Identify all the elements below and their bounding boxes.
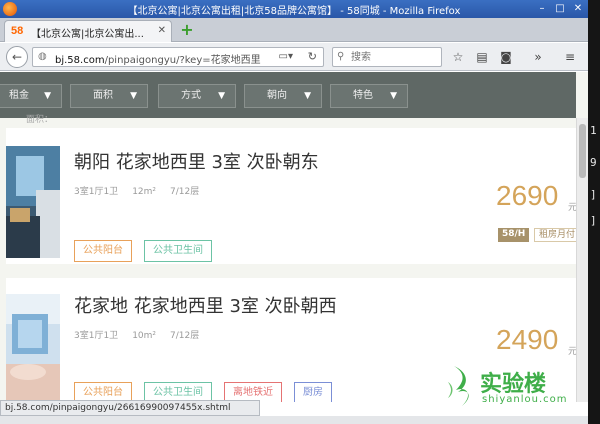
search-input[interactable] bbox=[351, 50, 437, 64]
close-tab-icon[interactable]: ✕ bbox=[158, 25, 166, 36]
listing-price: 2490 bbox=[496, 324, 559, 355]
tag-kitchen: 厨房 bbox=[294, 382, 332, 402]
new-tab-icon[interactable]: + bbox=[180, 22, 194, 38]
shiyanlou-watermark: 实验楼 shiyanlou.com bbox=[444, 364, 584, 412]
listing-area: 12m² bbox=[132, 187, 157, 197]
maximize-button[interactable]: □ bbox=[554, 3, 566, 15]
listing-layout: 3室1厅1卫 bbox=[74, 187, 119, 197]
title-bar[interactable]: 【北京公寓|北京公寓出租|北京58品牌公寓馆】 - 58同城 - Mozilla… bbox=[0, 0, 588, 18]
hamburger-menu-icon[interactable]: ≡ bbox=[562, 50, 578, 64]
monthly-pay-badge: 租房月付 bbox=[534, 228, 581, 242]
filter-label: 特色 bbox=[353, 90, 373, 101]
vertical-scrollbar[interactable] bbox=[576, 118, 588, 402]
listing-card[interactable]: 朝阳 花家地西里 3室 次卧朝东 3室1厅1卫 12m² 7/12层 2690 元 … bbox=[6, 128, 581, 264]
filter-rent[interactable]: 租金 ▼ bbox=[0, 84, 62, 108]
tag-public-bathroom: 公共卫生间 bbox=[144, 240, 212, 262]
url-domain: bj.58.com bbox=[55, 55, 105, 66]
watermark-domain: shiyanlou.com bbox=[482, 394, 568, 405]
filter-orientation[interactable]: 朝向 ▼ bbox=[244, 84, 322, 108]
filter-area[interactable]: 面积 ▼ bbox=[70, 84, 148, 108]
scrollbar-thumb[interactable] bbox=[579, 124, 586, 178]
listing-meta: 3室1厅1卫 12m² 7/12层 bbox=[74, 184, 213, 197]
tag-public-bathroom: 公共卫生间 bbox=[144, 382, 212, 402]
url-text[interactable]: bj.58.com/pinpaigongyu/?key=花家地西里 bbox=[55, 51, 261, 66]
filter-bar: 租金 ▼ 面积 ▼ 方式 ▼ 朝向 ▼ 特色 ▼ bbox=[0, 72, 576, 118]
close-window-button[interactable]: ✕ bbox=[572, 3, 584, 15]
listing-title[interactable]: 花家地 花家地西里 3室 次卧朝西 bbox=[74, 292, 337, 318]
listing-layout: 3室1厅1卫 bbox=[74, 331, 119, 341]
globe-icon: ◍ bbox=[38, 51, 47, 62]
search-bar[interactable]: ⚲ bbox=[332, 47, 442, 67]
listing-area: 10m² bbox=[132, 331, 157, 341]
tag-public-balcony: 公共阳台 bbox=[74, 382, 132, 402]
bookmarks-list-icon[interactable]: ▤ bbox=[474, 50, 490, 64]
tab-bar: 58 【北京公寓|北京公寓出... ✕ + bbox=[0, 18, 588, 42]
listing-floor: 7/12层 bbox=[170, 187, 200, 197]
caret-down-icon: ▼ bbox=[304, 91, 311, 101]
reload-icon[interactable]: ↻ bbox=[308, 50, 317, 63]
overflow-chevron-icon[interactable]: » bbox=[530, 50, 546, 64]
page-content: 租金 ▼ 面积 ▼ 方式 ▼ 朝向 ▼ 特色 ▼ 面积： 朝阳 花家地西里 3室… bbox=[0, 72, 588, 402]
tag-public-balcony: 公共阳台 bbox=[74, 240, 132, 262]
listing-photo[interactable] bbox=[6, 294, 60, 402]
desktop-glyph: 9 bbox=[590, 156, 597, 169]
tab-label: 【北京公寓|北京公寓出... bbox=[31, 29, 144, 40]
pocket-icon[interactable]: ◙ bbox=[498, 50, 514, 64]
filter-features[interactable]: 特色 ▼ bbox=[330, 84, 408, 108]
listing-photo[interactable] bbox=[6, 146, 60, 258]
window-bottom-edge bbox=[0, 416, 588, 424]
listing-meta: 3室1厅1卫 10m² 7/12层 bbox=[74, 328, 213, 341]
filter-label: 方式 bbox=[181, 90, 201, 101]
tab-58-apartments[interactable]: 58 【北京公寓|北京公寓出... ✕ bbox=[4, 20, 172, 42]
favicon-58: 58 bbox=[11, 25, 24, 37]
status-bar: bj.58.com/pinpaigongyu/26616990097455x.s… bbox=[0, 400, 260, 416]
caret-down-icon: ▼ bbox=[390, 91, 397, 101]
caret-down-icon: ▼ bbox=[44, 91, 51, 101]
url-bar[interactable]: ◍ bj.58.com/pinpaigongyu/?key=花家地西里 ▭▾ ↻ bbox=[32, 47, 324, 67]
back-arrow-icon[interactable]: ← bbox=[6, 46, 28, 68]
listing-title[interactable]: 朝阳 花家地西里 3室 次卧朝东 bbox=[74, 148, 319, 174]
desktop-glyph: ] bbox=[590, 188, 597, 201]
minimize-button[interactable]: – bbox=[536, 3, 548, 15]
window-title: 【北京公寓|北京公寓出租|北京58品牌公寓馆】 - 58同城 - Mozilla… bbox=[127, 6, 461, 17]
url-path: /pinpaigongyu/?key=花家地西里 bbox=[104, 55, 261, 66]
bookmark-star-icon[interactable]: ☆ bbox=[450, 50, 466, 64]
filter-label: 朝向 bbox=[267, 90, 287, 101]
desktop-glyph: ] bbox=[590, 214, 597, 227]
filter-type[interactable]: 方式 ▼ bbox=[158, 84, 236, 108]
listing-price: 2690 bbox=[496, 180, 559, 211]
filter-label: 租金 bbox=[9, 90, 29, 101]
filter-label: 面积 bbox=[93, 90, 113, 101]
navigation-bar: ← ◍ bj.58.com/pinpaigongyu/?key=花家地西里 ▭▾… bbox=[0, 43, 588, 71]
listing-floor: 7/12层 bbox=[170, 331, 200, 341]
search-icon: ⚲ bbox=[337, 51, 345, 62]
caret-down-icon: ▼ bbox=[218, 91, 225, 101]
58h-badge: 58/H bbox=[498, 228, 530, 242]
reader-view-icon[interactable]: ▭▾ bbox=[279, 51, 293, 62]
caret-down-icon: ▼ bbox=[130, 91, 137, 101]
shiyanlou-logo-icon bbox=[448, 366, 469, 406]
desktop-background: 1 9 ] ] bbox=[588, 0, 600, 424]
tag-near-subway: 离地铁近 bbox=[224, 382, 282, 402]
firefox-window: 【北京公寓|北京公寓出租|北京58品牌公寓馆】 - 58同城 - Mozilla… bbox=[0, 0, 588, 424]
partial-filter-label: 面积： bbox=[26, 115, 54, 125]
desktop-glyph: 1 bbox=[590, 124, 597, 137]
